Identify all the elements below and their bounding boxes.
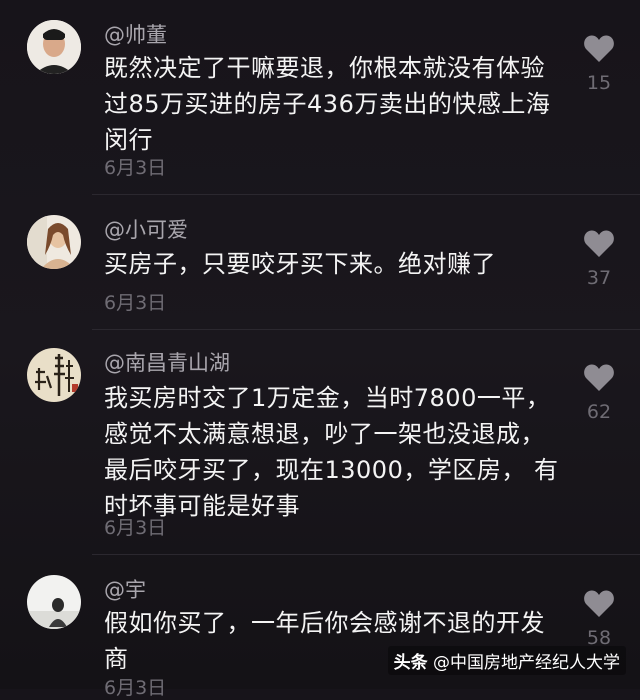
heart-icon[interactable] bbox=[583, 588, 615, 618]
comment-item: @帅董 既然决定了干嘛要退，你根本就没有体验过85万买进的房子436万卖出的快感… bbox=[0, 0, 640, 195]
comment-date: 6月3日 bbox=[104, 157, 167, 179]
like-count: 15 bbox=[586, 72, 612, 94]
avatar[interactable] bbox=[27, 20, 81, 74]
watermark: 头条 @中国房地产经纪人大学 bbox=[387, 646, 626, 675]
comment-item: @南昌青山湖 我买房时交了1万定金，当时7800一平， 感觉不太满意想退，吵了一… bbox=[0, 330, 640, 555]
avatar[interactable] bbox=[27, 575, 81, 629]
like-count: 37 bbox=[586, 267, 612, 289]
comment-date: 6月3日 bbox=[104, 517, 167, 539]
comment-username[interactable]: @帅董 bbox=[104, 19, 167, 49]
heart-icon[interactable] bbox=[583, 228, 615, 258]
comment-text: 买房子，只要咬牙买下来。绝对赚了 bbox=[104, 250, 496, 278]
comment-text: 既然决定了干嘛要退，你根本就没有体验过85万买进的房子436万卖出的快感上海闵行 bbox=[104, 54, 551, 154]
comment-username[interactable]: @宇 bbox=[104, 574, 146, 604]
watermark-account: @中国房地产经纪人大学 bbox=[433, 653, 620, 673]
like-count: 62 bbox=[586, 401, 612, 423]
avatar[interactable] bbox=[27, 215, 81, 269]
comment-date: 6月3日 bbox=[104, 292, 167, 314]
heart-icon[interactable] bbox=[583, 33, 615, 63]
heart-icon[interactable] bbox=[583, 362, 615, 392]
comment-username[interactable]: @南昌青山湖 bbox=[104, 347, 230, 377]
comment-item: @小可爱 买房子，只要咬牙买下来。绝对赚了 6月3日 37 bbox=[0, 195, 640, 330]
comment-username[interactable]: @小可爱 bbox=[104, 214, 188, 244]
avatar[interactable] bbox=[27, 348, 81, 402]
comment-date: 6月3日 bbox=[104, 677, 167, 699]
watermark-brand: 头条 bbox=[393, 653, 428, 673]
comment-text: 我买房时交了1万定金，当时7800一平， 感觉不太满意想退，吵了一架也没退成，最… bbox=[104, 384, 559, 520]
